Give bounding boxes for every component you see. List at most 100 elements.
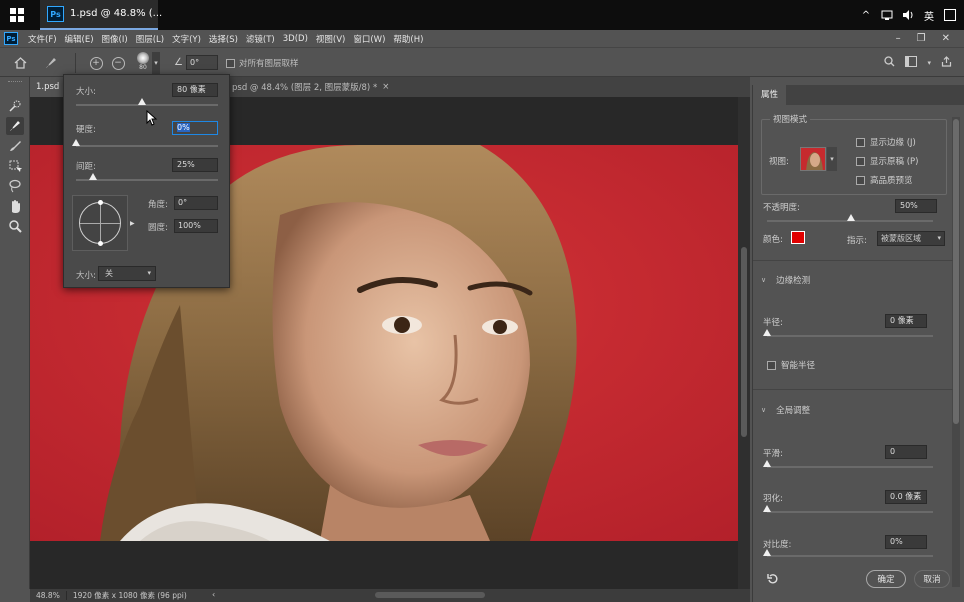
- show-original-checkbox[interactable]: [856, 156, 865, 166]
- zoom-tool-icon[interactable]: [6, 217, 24, 235]
- size-slider-thumb[interactable]: [138, 98, 146, 105]
- angle-input[interactable]: 0°: [186, 55, 218, 70]
- ok-button[interactable]: 确定: [866, 570, 906, 588]
- panel-grip[interactable]: [8, 81, 22, 84]
- subtract-mode-button[interactable]: −: [110, 55, 126, 71]
- tab-document-1[interactable]: 1.psd: [30, 77, 64, 97]
- reset-icon[interactable]: [767, 573, 779, 588]
- menu-help[interactable]: 帮助(H): [389, 33, 427, 45]
- edge-detection-header[interactable]: ∨ 边缘检测: [761, 274, 810, 286]
- smooth-slider-thumb[interactable]: [763, 460, 771, 467]
- refine-edge-brush-tool-icon[interactable]: [6, 117, 24, 135]
- chevron-down-icon[interactable]: ▾: [927, 59, 931, 67]
- menu-image[interactable]: 图像(I): [98, 33, 132, 45]
- opacity-input[interactable]: 50%: [895, 199, 937, 213]
- opacity-slider[interactable]: [767, 214, 933, 222]
- radius-slider-thumb[interactable]: [763, 329, 771, 336]
- minimize-icon[interactable]: –: [896, 33, 901, 44]
- contrast-slider[interactable]: [763, 549, 933, 557]
- menu-select[interactable]: 选择(S): [205, 33, 242, 45]
- refine-brush-icon[interactable]: [43, 55, 59, 71]
- restore-icon[interactable]: ❐: [917, 33, 926, 44]
- menu-view[interactable]: 视图(V): [312, 33, 349, 45]
- size-input[interactable]: 80 像素: [172, 83, 218, 97]
- size-slider[interactable]: [76, 98, 218, 106]
- indicate-select[interactable]: 被蒙版区域 ▾: [877, 231, 945, 246]
- hardness-input[interactable]: 0%: [172, 121, 218, 135]
- roundness-input[interactable]: 100%: [174, 219, 218, 233]
- show-edge-checkbox[interactable]: [856, 137, 865, 147]
- radius-slider[interactable]: [763, 329, 933, 337]
- menu-type[interactable]: 文字(Y): [168, 33, 205, 45]
- search-icon[interactable]: [884, 56, 895, 70]
- brush-tool-icon[interactable]: [6, 137, 24, 155]
- feather-slider[interactable]: [763, 505, 933, 513]
- tab-document-2[interactable]: psd @ 48.4% (图层 2, 图层蒙版/8) * ×: [226, 77, 395, 97]
- hardness-slider[interactable]: [72, 139, 218, 147]
- zoom-level[interactable]: 48.8%: [30, 591, 67, 600]
- panel-scrollbar[interactable]: [952, 117, 960, 587]
- workspace-icon[interactable]: [905, 56, 918, 70]
- share-icon[interactable]: [941, 56, 952, 70]
- network-icon[interactable]: [881, 9, 893, 21]
- menu-window[interactable]: 窗口(W): [349, 33, 389, 45]
- hq-preview-checkbox[interactable]: [856, 175, 865, 185]
- menu-file[interactable]: 文件(F): [24, 33, 61, 45]
- chevron-down-icon[interactable]: ▾: [152, 52, 160, 74]
- canvas-horizontal-scrollbar-thumb[interactable]: [375, 592, 485, 598]
- hardness-slider-thumb[interactable]: [72, 139, 80, 146]
- brush-shape-preview[interactable]: ▶: [72, 195, 135, 251]
- photoshop-logo-icon[interactable]: Ps: [4, 32, 18, 45]
- lasso-tool-icon[interactable]: [6, 177, 24, 195]
- sample-all-layers-option[interactable]: 对所有图层取样: [226, 57, 299, 69]
- menu-filter[interactable]: 滤镜(T): [242, 33, 279, 45]
- size-control-select[interactable]: 关 ▾: [98, 266, 156, 281]
- dial-handle-top[interactable]: [98, 200, 103, 205]
- close-icon[interactable]: ✕: [942, 33, 950, 44]
- ime-icon[interactable]: 英: [923, 9, 935, 23]
- show-original-option[interactable]: 显示原稿 (P): [856, 155, 918, 167]
- hq-preview-option[interactable]: 高品质预览: [856, 174, 913, 186]
- windows-start-icon[interactable]: [10, 8, 24, 22]
- panel-scrollbar-thumb[interactable]: [953, 119, 959, 424]
- cancel-button[interactable]: 取消: [914, 570, 950, 588]
- spacing-slider-thumb[interactable]: [89, 173, 97, 180]
- menu-3d[interactable]: 3D(D): [279, 34, 312, 44]
- add-mode-button[interactable]: +: [88, 55, 104, 71]
- spacing-slider[interactable]: [76, 173, 218, 181]
- hand-tool-icon[interactable]: [6, 197, 24, 215]
- contrast-input[interactable]: 0%: [885, 535, 927, 549]
- tab-properties[interactable]: 属性: [753, 85, 787, 105]
- brush-angle-dial[interactable]: [79, 200, 121, 246]
- contrast-slider-thumb[interactable]: [763, 549, 771, 556]
- feather-input[interactable]: 0.0 像素: [885, 490, 927, 504]
- smart-radius-checkbox[interactable]: [767, 360, 776, 370]
- dial-handle-bottom[interactable]: [98, 241, 103, 246]
- smart-radius-option[interactable]: 智能半径: [767, 359, 815, 371]
- scroll-left-icon[interactable]: ‹: [212, 590, 215, 599]
- home-icon[interactable]: [12, 55, 28, 71]
- scrollbar-thumb[interactable]: [741, 247, 747, 437]
- global-refine-header[interactable]: ∨ 全局调整: [761, 404, 810, 416]
- quick-selection-tool-icon[interactable]: [6, 97, 24, 115]
- smooth-slider[interactable]: [763, 460, 933, 468]
- overlay-color-swatch[interactable]: [791, 231, 805, 244]
- feather-slider-thumb[interactable]: [763, 505, 771, 512]
- canvas-vertical-scrollbar[interactable]: [738, 97, 750, 589]
- opacity-slider-thumb[interactable]: [847, 214, 855, 221]
- sample-all-layers-checkbox[interactable]: [226, 58, 235, 68]
- object-selection-tool-icon[interactable]: [6, 157, 24, 175]
- view-mode-thumbnail[interactable]: [800, 147, 826, 171]
- brush-angle-input[interactable]: 0°: [174, 196, 218, 210]
- smooth-input[interactable]: 0: [885, 445, 927, 459]
- brush-preset-picker[interactable]: 80: [135, 52, 151, 74]
- radius-input[interactable]: 0 像素: [885, 314, 927, 328]
- chevron-up-icon[interactable]: ^: [860, 9, 872, 21]
- menu-edit[interactable]: 编辑(E): [61, 33, 98, 45]
- show-edge-option[interactable]: 显示边缘 (J): [856, 136, 916, 148]
- close-tab-icon[interactable]: ×: [382, 82, 389, 92]
- menu-layer[interactable]: 图层(L): [132, 33, 168, 45]
- taskbar-photoshop-button[interactable]: Ps 1.psd @ 48.8% (...: [40, 0, 162, 30]
- chevron-down-icon[interactable]: ▾: [827, 147, 837, 171]
- notification-icon[interactable]: [944, 9, 956, 21]
